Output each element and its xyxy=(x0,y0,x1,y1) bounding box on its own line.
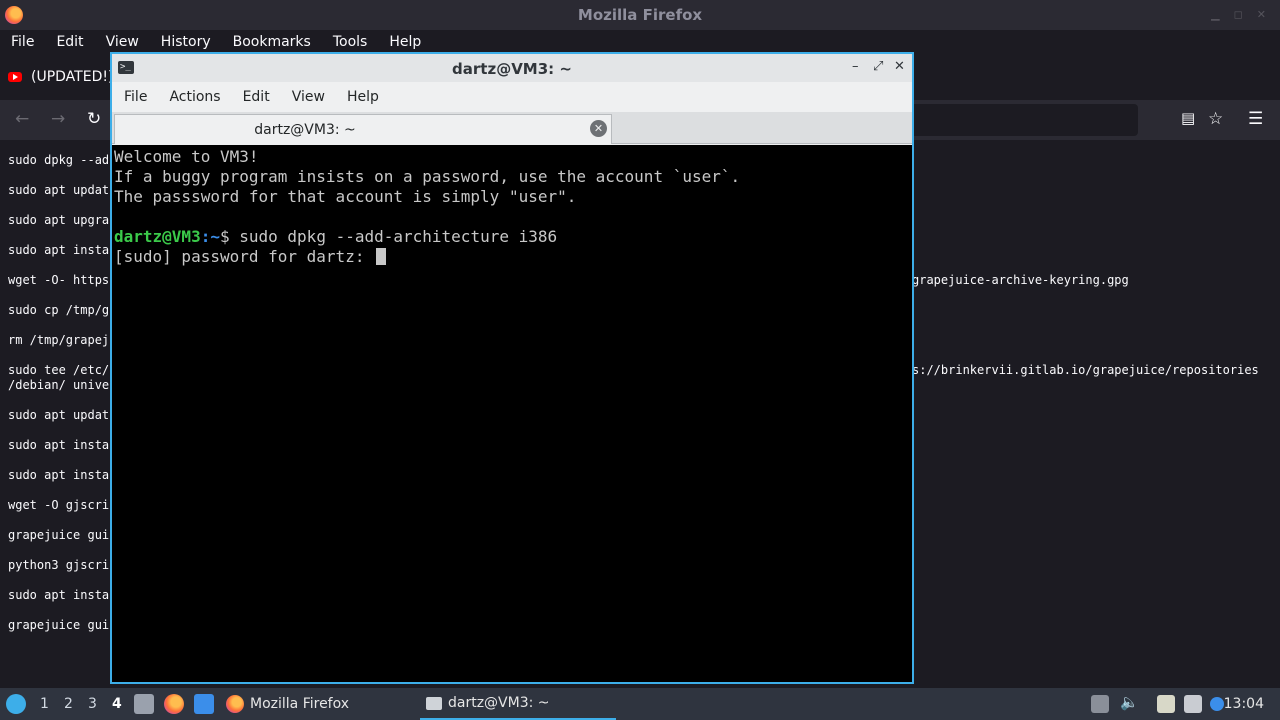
page-line: sudo apt updat xyxy=(8,408,110,422)
terminal-tab-label: dartz@VM3: ~ xyxy=(254,122,356,138)
taskbar-task-label: dartz@VM3: ~ xyxy=(448,695,550,711)
network-icon[interactable] xyxy=(1184,695,1202,713)
maximize-icon[interactable]: ⤢ xyxy=(873,59,883,74)
reader-view-icon[interactable]: ▤ xyxy=(1181,109,1195,127)
firefox-menubar: File Edit View History Bookmarks Tools H… xyxy=(0,30,1280,54)
menu-bookmarks[interactable]: Bookmarks xyxy=(222,34,322,50)
terminal-window: >_ dartz@VM3: ~ – ⤢ ✕ File Actions Edit … xyxy=(110,52,914,684)
page-line: sudo dpkg --ad xyxy=(8,153,110,167)
page-line: s://brinkervii.gitlab.io/grapejuice/repo… xyxy=(912,363,1259,377)
page-line: sudo tee /etc/ xyxy=(8,363,110,377)
page-line: wget -O- https xyxy=(8,273,110,287)
workspace-1[interactable]: 1 xyxy=(40,696,49,712)
page-line: sudo apt updat xyxy=(8,183,110,197)
hamburger-menu-icon[interactable]: ☰ xyxy=(1248,109,1263,129)
terminal-output[interactable]: Welcome to VM3! If a buggy program insis… xyxy=(112,145,912,682)
maximize-icon[interactable]: ◻ xyxy=(1234,8,1243,21)
terminal-line: Welcome to VM3! xyxy=(114,147,259,166)
terminal-tab[interactable]: dartz@VM3: ~ ✕ xyxy=(114,114,612,144)
term-menu-file[interactable]: File xyxy=(113,89,158,105)
volume-icon[interactable]: 🔈 xyxy=(1120,693,1139,711)
taskbar-firefox[interactable]: Mozilla Firefox xyxy=(226,688,349,720)
page-line: rm /tmp/grapej xyxy=(8,333,110,347)
close-icon[interactable]: ✕ xyxy=(894,59,905,74)
start-menu-icon[interactable] xyxy=(6,694,26,714)
page-line: grapejuice gui xyxy=(8,618,110,632)
menu-edit[interactable]: Edit xyxy=(45,34,94,50)
prompt-separator: : xyxy=(200,227,211,246)
prompt-path: ~ xyxy=(210,227,220,246)
minimize-icon[interactable]: ▁ xyxy=(1211,8,1219,21)
notification-icon[interactable] xyxy=(1210,697,1224,711)
youtube-icon xyxy=(8,72,22,82)
clipboard-icon[interactable] xyxy=(1157,695,1175,713)
terminal-icon xyxy=(426,696,442,710)
clock[interactable]: 13:04 xyxy=(1224,696,1264,712)
page-line: sudo apt insta xyxy=(8,243,110,257)
firefox-launcher-icon[interactable] xyxy=(164,694,184,714)
workspace-2[interactable]: 2 xyxy=(64,696,73,712)
workspace-4[interactable]: 4 xyxy=(112,696,122,712)
page-line: /debian/ unive xyxy=(8,378,110,392)
terminal-prompt-line: dartz@VM3:~$ sudo dpkg --add-architectur… xyxy=(114,227,910,247)
minimize-icon[interactable]: – xyxy=(852,59,859,74)
term-menu-help[interactable]: Help xyxy=(336,89,390,105)
firefox-tab[interactable]: (UPDATED!) xyxy=(8,66,113,88)
page-line: python3 gjscri xyxy=(8,558,110,572)
terminal-window-title: dartz@VM3: ~ xyxy=(452,60,572,78)
tray-updates-icon[interactable] xyxy=(1091,695,1109,713)
page-line: sudo cp /tmp/g xyxy=(8,303,110,317)
taskbar: 1 2 3 4 Mozilla Firefox dartz@VM3: ~ 🔈 1… xyxy=(0,688,1280,720)
terminal-sudo-line: [sudo] password for dartz: xyxy=(114,247,910,267)
page-line: sudo apt upgra xyxy=(8,213,110,227)
page-line: wget -O gjscri xyxy=(8,498,110,512)
term-menu-actions[interactable]: Actions xyxy=(158,89,231,105)
terminal-titlebar[interactable]: >_ dartz@VM3: ~ – ⤢ ✕ xyxy=(112,54,912,82)
firefox-icon xyxy=(226,695,244,713)
term-menu-edit[interactable]: Edit xyxy=(232,89,281,105)
page-line: grapejuice-archive-keyring.gpg xyxy=(912,273,1129,287)
term-menu-view[interactable]: View xyxy=(281,89,336,105)
menu-history[interactable]: History xyxy=(150,34,222,50)
page-line: grapejuice gui xyxy=(8,528,110,542)
terminal-line: The passsword for that account is simply… xyxy=(114,187,577,206)
terminal-menubar: File Actions Edit View Help xyxy=(112,82,912,112)
firefox-titlebar: Mozilla Firefox ▁ ◻ ✕ xyxy=(0,0,1280,30)
menu-help[interactable]: Help xyxy=(378,34,432,50)
taskbar-task-label: Mozilla Firefox xyxy=(250,696,350,712)
taskbar-terminal[interactable]: dartz@VM3: ~ xyxy=(420,688,616,720)
prompt-user: dartz@VM3 xyxy=(114,227,201,246)
prompt-command: $ sudo dpkg --add-architecture i386 xyxy=(219,227,558,246)
workspace-3[interactable]: 3 xyxy=(88,696,97,712)
firefox-window-title: Mozilla Firefox xyxy=(577,6,703,24)
menu-view[interactable]: View xyxy=(95,34,150,50)
page-line: sudo apt insta xyxy=(8,468,110,482)
back-icon[interactable]: ← xyxy=(15,109,29,129)
page-line: sudo apt insta xyxy=(8,588,110,602)
terminal-tabbar: dartz@VM3: ~ ✕ xyxy=(112,112,912,144)
close-icon[interactable]: ✕ xyxy=(1257,8,1266,21)
bookmark-star-icon[interactable]: ☆ xyxy=(1208,109,1223,129)
forward-icon[interactable]: → xyxy=(51,109,65,129)
desktop-icon[interactable] xyxy=(194,694,214,714)
menu-tools[interactable]: Tools xyxy=(322,34,379,50)
file-manager-icon[interactable] xyxy=(134,694,154,714)
menu-file[interactable]: File xyxy=(0,34,45,50)
page-line: sudo apt insta xyxy=(8,438,110,452)
reload-icon[interactable]: ↻ xyxy=(87,109,101,129)
sudo-password-prompt: [sudo] password for dartz: xyxy=(114,247,375,266)
firefox-tab-label: (UPDATED!) xyxy=(31,69,114,85)
close-tab-icon[interactable]: ✕ xyxy=(590,120,607,137)
terminal-line: If a buggy program insists on a password… xyxy=(114,167,741,186)
text-cursor xyxy=(376,248,387,265)
